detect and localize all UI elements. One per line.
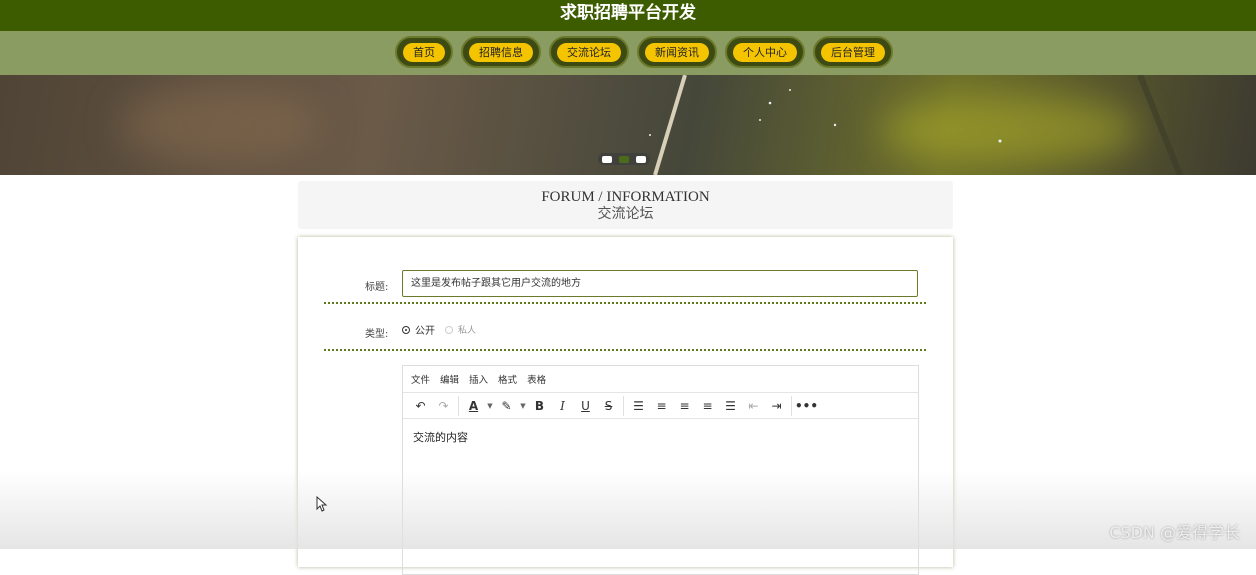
radio-private[interactable]	[445, 325, 453, 334]
nav-forum[interactable]: 交流论坛	[549, 36, 629, 68]
underline-icon[interactable]: U	[574, 396, 597, 416]
banner-carousel	[0, 75, 1256, 175]
toolbar-separator	[623, 395, 624, 416]
rich-text-editor: 文件 编辑 插入 格式 表格 ↶ ↷ A ▼ ✎ ▼ B I U S ☰ ≡ ≡…	[402, 365, 919, 575]
menu-edit[interactable]: 编辑	[440, 372, 459, 386]
undo-icon[interactable]: ↶	[409, 396, 432, 416]
nav-label: 招聘信息	[469, 42, 533, 62]
carousel-dot[interactable]	[636, 155, 647, 163]
title-input[interactable]: 这里是发布帖子跟其它用户交流的地方	[402, 270, 918, 297]
watermark: CSDN @爱得学长	[1109, 523, 1240, 542]
outdent-icon[interactable]: ⇤	[742, 396, 765, 416]
chevron-down-icon[interactable]: ▼	[518, 396, 528, 416]
menu-format[interactable]: 格式	[498, 372, 517, 386]
align-left-icon[interactable]: ≡	[650, 396, 673, 416]
radio-public[interactable]	[402, 325, 410, 334]
radio-public-label: 公开	[415, 326, 435, 337]
italic-icon[interactable]: I	[551, 396, 574, 416]
nav-label: 后台管理	[821, 42, 885, 62]
carousel-indicators	[598, 153, 650, 165]
carousel-dot-active[interactable]	[618, 155, 629, 163]
nav-label: 交流论坛	[557, 42, 621, 62]
nav-profile[interactable]: 个人中心	[725, 36, 805, 68]
text-color-icon[interactable]: A	[462, 396, 485, 416]
menu-file[interactable]: 文件	[411, 372, 430, 386]
type-radio-group: 公开 私人	[402, 322, 476, 337]
menu-table[interactable]: 表格	[527, 372, 546, 386]
highlight-color-icon[interactable]: ✎	[495, 396, 518, 416]
mouse-cursor-icon	[316, 496, 328, 512]
nav-home[interactable]: 首页	[395, 36, 453, 68]
main-nav: 首页 招聘信息 交流论坛 新闻资讯 个人中心 后台管理	[0, 31, 1256, 75]
section-title-zh: 交流论坛	[597, 207, 654, 222]
carousel-dot[interactable]	[601, 155, 612, 163]
redo-icon[interactable]: ↷	[432, 396, 455, 416]
strikethrough-icon[interactable]: S	[597, 396, 620, 416]
menu-insert[interactable]: 插入	[469, 372, 488, 386]
editor-toolbar: ↶ ↷ A ▼ ✎ ▼ B I U S ☰ ≡ ≡ ≡ ☰ ⇤ ⇥ •••	[403, 393, 918, 419]
more-icon[interactable]: •••	[795, 396, 818, 416]
type-label: 类型:	[365, 329, 389, 340]
nav-label: 新闻资讯	[645, 42, 709, 62]
align-right-icon[interactable]: ≡	[696, 396, 719, 416]
radio-private-label: 私人	[458, 326, 477, 336]
divider	[324, 349, 926, 351]
site-title: 求职招聘平台开发	[0, 0, 1256, 31]
indent-icon[interactable]: ⇥	[765, 396, 788, 416]
nav-jobs[interactable]: 招聘信息	[461, 36, 541, 68]
line-height-icon[interactable]: ☰	[627, 396, 650, 416]
section-header: FORUM / INFORMATION 交流论坛	[298, 181, 953, 229]
divider	[324, 302, 926, 304]
nav-news[interactable]: 新闻资讯	[637, 36, 717, 68]
nav-label: 个人中心	[733, 42, 797, 62]
toolbar-separator	[458, 395, 459, 416]
section-title-en: FORUM / INFORMATION	[541, 189, 710, 205]
align-center-icon[interactable]: ≡	[673, 396, 696, 416]
bold-icon[interactable]: B	[528, 396, 551, 416]
post-form: 标题: 这里是发布帖子跟其它用户交流的地方 类型: 公开 私人 文件 编辑 插入…	[298, 237, 953, 575]
editor-content[interactable]: 交流的内容	[403, 419, 918, 455]
nav-label: 首页	[403, 42, 445, 62]
align-justify-icon[interactable]: ☰	[719, 396, 742, 416]
chevron-down-icon[interactable]: ▼	[485, 396, 495, 416]
editor-menubar: 文件 编辑 插入 格式 表格	[403, 366, 918, 393]
title-label: 标题:	[365, 282, 389, 293]
nav-admin[interactable]: 后台管理	[813, 36, 893, 68]
toolbar-separator	[791, 395, 792, 416]
